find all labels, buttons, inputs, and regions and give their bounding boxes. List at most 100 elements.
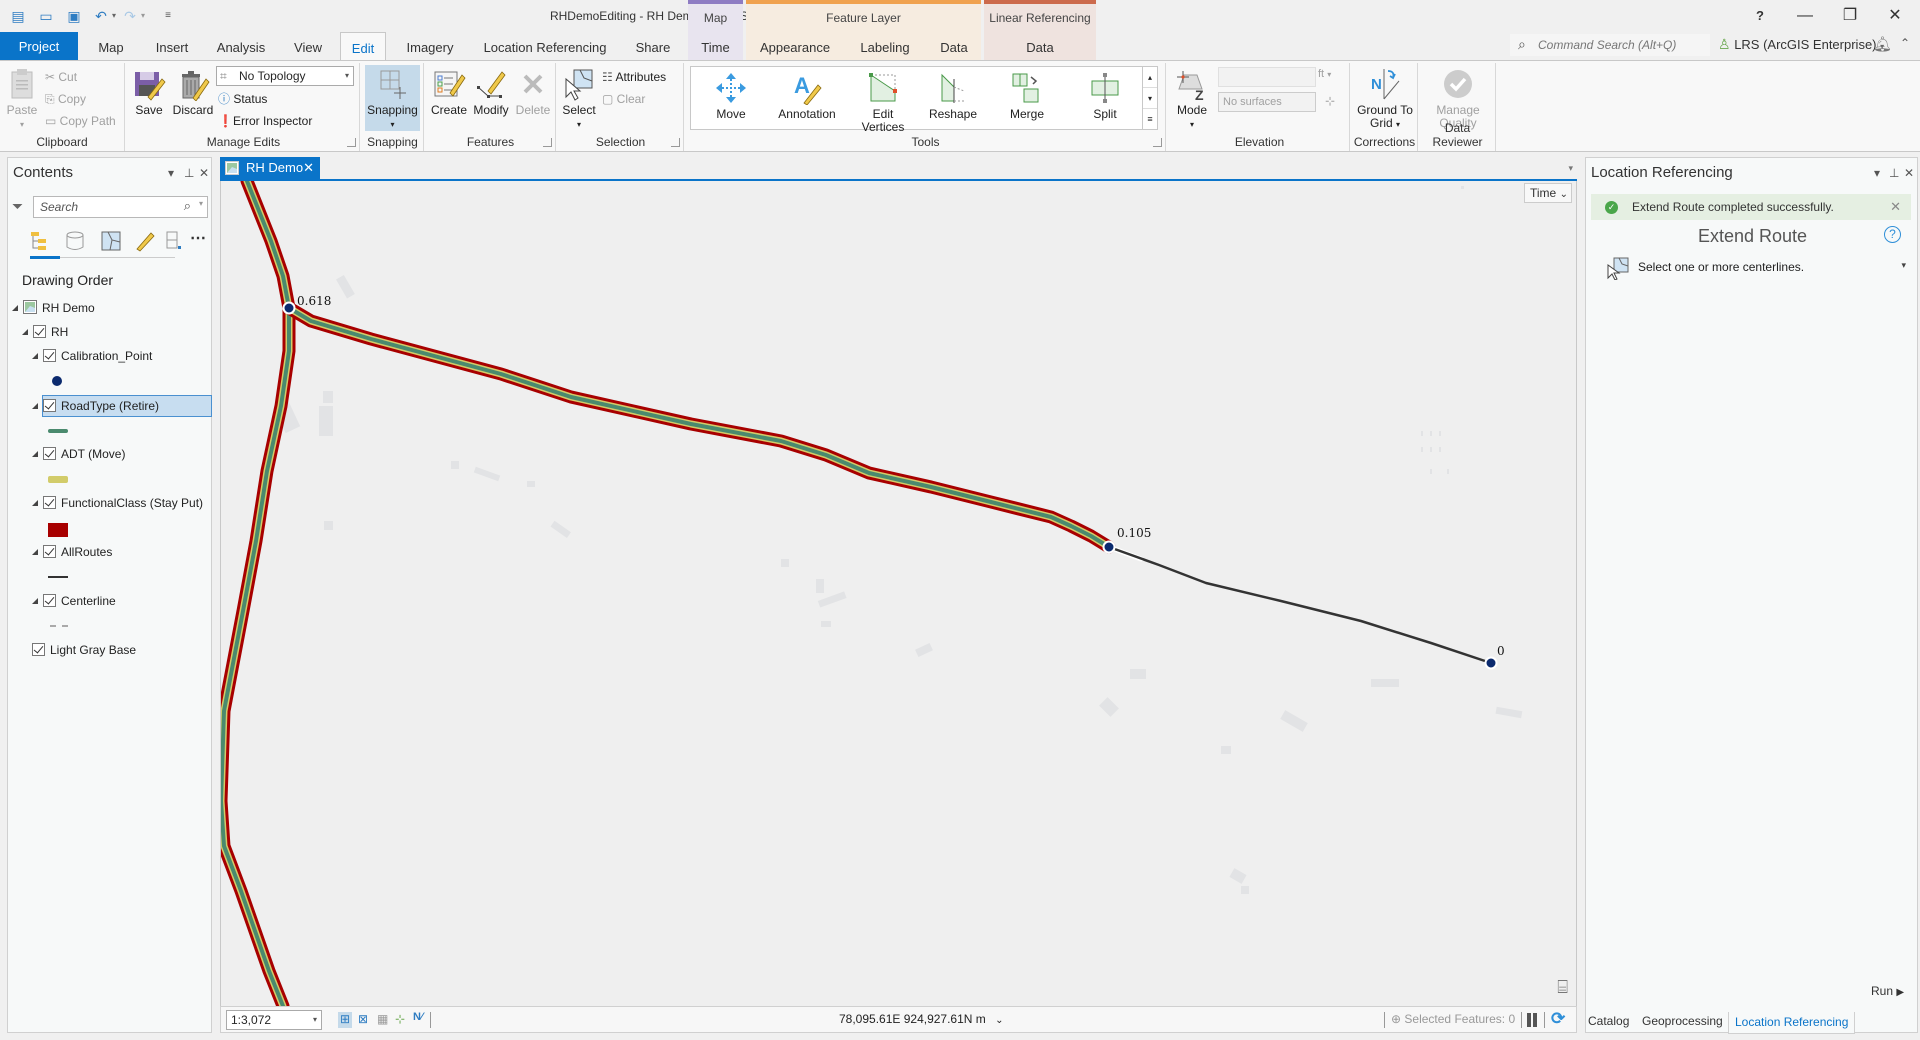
toc-layer-calibration-point[interactable]: Calibration_Point xyxy=(32,346,152,366)
pin-icon[interactable]: ⊥ xyxy=(1889,166,1899,180)
refresh-icon[interactable]: ⟳ xyxy=(1551,1009,1565,1029)
tab-project[interactable]: Project xyxy=(0,32,78,60)
snapping-view-icon[interactable] xyxy=(164,230,186,252)
expand-icon[interactable] xyxy=(32,549,38,555)
copy-path-button[interactable]: ▭ Copy Path xyxy=(45,112,116,130)
calibration-point[interactable] xyxy=(1484,656,1498,670)
ground-to-grid-button[interactable]: N Ground To Grid ▾ xyxy=(1354,65,1416,131)
tool-edit-vertices[interactable]: Edit Vertices xyxy=(853,69,913,134)
tool-move[interactable]: Move xyxy=(701,69,761,121)
snapping-button[interactable]: Snapping ▾ xyxy=(365,65,420,131)
gallery-expand-icon[interactable]: ≡ xyxy=(1143,109,1157,129)
pin-icon[interactable]: ⊥ xyxy=(184,166,194,180)
tab-data[interactable]: Data xyxy=(930,40,978,55)
selected-features-indicator[interactable]: ⊕ Selected Features: 0 xyxy=(1391,1012,1515,1026)
portal-button[interactable]: ♙ LRS (ArcGIS Enterprise) ▾ xyxy=(1718,36,1884,56)
attributes-button[interactable]: ☷ Attributes xyxy=(602,68,666,86)
toc-layer-light-gray-base[interactable]: Light Gray Base xyxy=(32,640,136,660)
toc-layer-rh[interactable]: RH xyxy=(22,322,68,342)
dialog-launcher-icon[interactable] xyxy=(543,138,552,147)
selection-view-icon[interactable] xyxy=(100,230,122,252)
tab-list-dropdown-icon[interactable]: ▾ xyxy=(1568,163,1573,174)
tool-split[interactable]: Split xyxy=(1075,69,1135,121)
layer-visibility-checkbox[interactable] xyxy=(43,399,56,412)
layer-visibility-checkbox[interactable] xyxy=(43,447,56,460)
select-centerlines-row[interactable]: Select one or more centerlines. ▾ xyxy=(1606,256,1906,280)
close-pane-icon[interactable]: ✕ xyxy=(1904,166,1914,180)
tool-merge[interactable]: Merge xyxy=(997,69,1057,121)
dialog-launcher-icon[interactable] xyxy=(671,138,680,147)
command-search-input[interactable]: ⌕ Command Search (Alt+Q) xyxy=(1510,34,1710,56)
map-canvas[interactable]: 0.618 0.105 0 Time ⌄ ⌸ xyxy=(220,181,1577,1006)
map-tab[interactable]: RH Demo ✕ xyxy=(220,157,320,179)
close-pane-icon[interactable]: ✕ xyxy=(199,166,209,180)
toc-layer-functionalclass[interactable]: FunctionalClass (Stay Put) xyxy=(32,493,203,513)
route-extension-allroutes[interactable] xyxy=(1107,545,1493,665)
grid-snap-icon[interactable]: ⊠ xyxy=(358,1012,368,1026)
centerline-symbol[interactable] xyxy=(50,625,68,627)
route-north-south-functional-class[interactable] xyxy=(221,181,296,1006)
dialog-launcher-icon[interactable] xyxy=(1153,138,1162,147)
toc-layer-allroutes[interactable]: AllRoutes xyxy=(32,542,112,562)
constraints-icon[interactable]: ⊹ xyxy=(395,1012,405,1026)
toc-layer-roadtype[interactable]: RoadType (Retire) xyxy=(32,396,159,416)
tab-edit[interactable]: Edit xyxy=(340,32,386,61)
layer-visibility-checkbox[interactable] xyxy=(32,643,45,656)
minimize-button[interactable]: — xyxy=(1795,6,1815,26)
select-button[interactable]: Select ▾ xyxy=(562,65,596,131)
elevation-pick-icon[interactable]: ⊹ xyxy=(1325,94,1335,108)
dialog-launcher-icon[interactable] xyxy=(347,138,356,147)
close-button[interactable]: ✕ xyxy=(1885,6,1905,26)
tab-geoprocessing[interactable]: Geoprocessing xyxy=(1642,1014,1723,1028)
create-features-button[interactable]: Create xyxy=(430,65,468,117)
tool-annotation[interactable]: A Annotation xyxy=(771,69,843,121)
clear-selection-button[interactable]: ▢ Clear xyxy=(602,90,645,108)
pane-options-icon[interactable]: ▾ xyxy=(168,166,174,180)
scale-dropdown[interactable]: 1:3,072 ▾ xyxy=(226,1010,322,1030)
tab-share[interactable]: Share xyxy=(630,32,676,60)
tab-analysis[interactable]: Analysis xyxy=(210,32,272,60)
status-button[interactable]: ⓘ Status xyxy=(218,90,267,108)
layer-visibility-checkbox[interactable] xyxy=(43,496,56,509)
toc-map-rh-demo[interactable]: RH Demo xyxy=(12,298,95,318)
snapping-toggle-icon[interactable]: ⊞ xyxy=(338,1012,352,1028)
tab-map[interactable]: Map xyxy=(90,32,132,60)
expand-icon[interactable] xyxy=(32,598,38,604)
discard-edits-button[interactable]: Discard xyxy=(172,65,214,117)
layer-visibility-checkbox[interactable] xyxy=(33,325,46,338)
calibration-point[interactable] xyxy=(1102,540,1116,554)
restore-button[interactable]: ❐ xyxy=(1840,6,1860,26)
tab-insert[interactable]: Insert xyxy=(148,32,196,60)
collapse-ribbon-icon[interactable]: ⌃ xyxy=(1900,36,1910,50)
data-source-icon[interactable] xyxy=(64,230,86,252)
pause-drawing-icon[interactable] xyxy=(1527,1013,1531,1027)
close-tab-icon[interactable]: ✕ xyxy=(303,157,314,179)
layer-visibility-checkbox[interactable] xyxy=(43,594,56,607)
toc-layer-centerline[interactable]: Centerline xyxy=(32,591,116,611)
select-features-icon[interactable] xyxy=(1606,256,1630,280)
tab-lr-data[interactable]: Data xyxy=(984,40,1096,55)
elevation-value-input[interactable] xyxy=(1218,67,1316,87)
expand-icon[interactable] xyxy=(32,403,38,409)
error-inspector-button[interactable]: ❗Error Inspector xyxy=(218,112,312,130)
adt-symbol[interactable] xyxy=(48,476,68,483)
pane-options-icon[interactable]: ▾ xyxy=(1874,166,1880,180)
calibration-point-symbol[interactable] xyxy=(52,376,62,386)
help-icon[interactable]: ? xyxy=(1884,226,1901,243)
paste-button[interactable]: Paste ▾ xyxy=(4,65,40,131)
tab-appearance[interactable]: Appearance xyxy=(755,40,835,55)
filter-icon[interactable]: ⏷ xyxy=(12,198,23,215)
cut-button[interactable]: ✂ Cut xyxy=(45,68,77,86)
tab-catalog[interactable]: Catalog xyxy=(1588,1014,1629,1028)
layer-visibility-checkbox[interactable] xyxy=(43,349,56,362)
help-icon[interactable]: ? xyxy=(1750,6,1770,26)
map-overview-icon[interactable]: ⌸ xyxy=(1557,977,1568,998)
drawing-order-icon[interactable] xyxy=(28,230,50,252)
more-options-icon[interactable]: ⋯ xyxy=(190,228,206,248)
grid-icon[interactable]: ▦ xyxy=(377,1012,388,1026)
expand-icon[interactable] xyxy=(32,500,38,506)
tab-labeling[interactable]: Labeling xyxy=(845,40,925,55)
dismiss-message-icon[interactable]: ✕ xyxy=(1890,194,1901,220)
tab-imagery[interactable]: Imagery xyxy=(400,32,460,60)
time-slider-toggle[interactable]: Time ⌄ xyxy=(1524,183,1572,203)
